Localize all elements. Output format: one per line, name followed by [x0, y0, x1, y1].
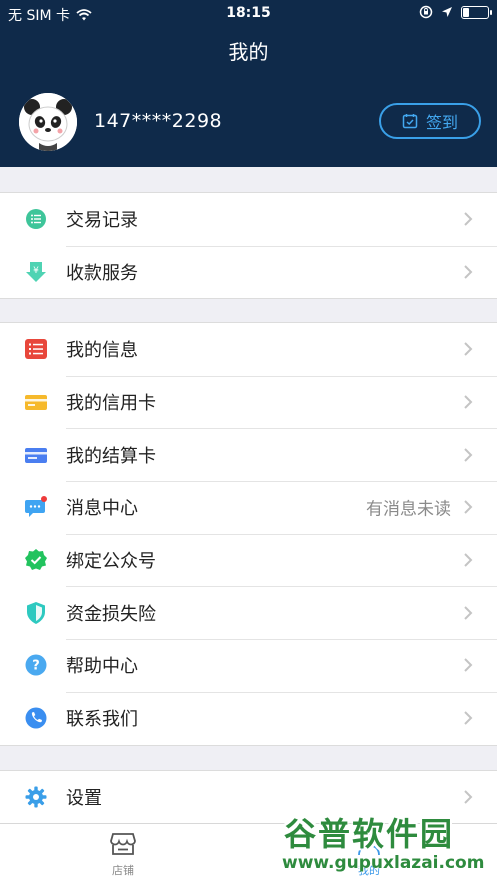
menu-group-account: 我的信息 我的信用卡 我的结算卡 消息中心 有消息未读 绑定公众号 资金损失险 … [0, 322, 497, 746]
menu-item-label: 帮助中心 [66, 656, 138, 678]
menu-item-label: 消息中心 [66, 498, 138, 520]
panda-avatar-icon [19, 93, 77, 151]
menu-item-contact-us[interactable]: 联系我们 [0, 691, 497, 745]
menu-group-transactions: 交易记录 ¥ 收款服务 [0, 192, 497, 300]
signin-button[interactable]: 签到 [379, 103, 481, 139]
menu-item-label: 我的信息 [66, 340, 138, 362]
chevron-right-icon [464, 448, 473, 462]
menu-item-label: 交易记录 [66, 210, 138, 232]
status-right [419, 5, 492, 19]
svg-text:¥: ¥ [33, 266, 39, 276]
chevron-right-icon [464, 658, 473, 673]
battery-fill [463, 7, 469, 17]
menu-item-payment-service[interactable]: ¥ 收款服务 [0, 245, 497, 299]
chevron-right-icon [464, 212, 473, 227]
menu-item-label: 收款服务 [66, 263, 138, 285]
message-icon [25, 496, 47, 518]
menu-item-label: 资金损失险 [66, 603, 156, 625]
signin-label: 签到 [425, 113, 458, 132]
badge-check-icon [25, 549, 47, 571]
menu-item-fund-loss-insurance[interactable]: 资金损失险 [0, 586, 497, 639]
chevron-right-icon [464, 500, 473, 515]
menu-item-label: 我的信用卡 [66, 393, 156, 415]
menu-item-label: 绑定公众号 [66, 551, 156, 573]
phone-icon [25, 707, 47, 729]
credit-card-icon [25, 395, 47, 411]
menu-item-my-settlement-card[interactable]: 我的结算卡 [0, 428, 497, 481]
info-list-icon [25, 339, 47, 360]
chevron-right-icon [464, 395, 473, 409]
profile-header: 无 SIM 卡 18:15 我的 147****2298 签到 [0, 0, 497, 167]
help-icon: ? [25, 654, 47, 676]
tab-store[interactable]: 店铺 [100, 832, 146, 878]
watermark: 谷普软件园 www.gupuxlazai.com [272, 803, 497, 883]
chevron-right-icon [464, 265, 473, 279]
user-phone: 147****2298 [94, 110, 223, 132]
chevron-right-icon [464, 553, 473, 567]
watermark-url: www.gupuxlazai.com [282, 853, 485, 873]
settlement-card-icon [25, 447, 47, 463]
battery-icon [461, 5, 492, 19]
menu-item-message-center[interactable]: 消息中心 有消息未读 [0, 481, 497, 534]
chevron-right-icon [464, 606, 473, 620]
menu-item-label: 联系我们 [66, 709, 138, 731]
menu-item-transaction-records[interactable]: 交易记录 [0, 193, 497, 246]
menu-item-label: 设置 [66, 788, 102, 810]
yen-arrow-icon: ¥ [26, 262, 46, 283]
page-title: 我的 [228, 40, 269, 64]
menu-item-help-center[interactable]: ? 帮助中心 [0, 639, 497, 692]
store-icon [110, 833, 136, 855]
gear-icon [25, 786, 47, 808]
avatar[interactable] [19, 93, 77, 151]
location-icon [442, 7, 452, 17]
status-bar: 无 SIM 卡 18:15 [0, 0, 497, 28]
shield-icon [27, 601, 45, 624]
list-circle-icon [26, 209, 46, 230]
rotation-lock-icon [419, 5, 433, 19]
calendar-check-icon [402, 114, 418, 129]
menu-item-my-credit-card[interactable]: 我的信用卡 [0, 375, 497, 429]
chevron-right-icon [464, 711, 473, 725]
menu-item-my-info[interactable]: 我的信息 [0, 323, 497, 376]
svg-text:?: ? [32, 659, 40, 674]
tab-store-label: 店铺 [112, 864, 134, 877]
unread-message-hint: 有消息未读 [366, 499, 451, 520]
menu-item-label: 我的结算卡 [66, 445, 156, 467]
watermark-brand: 谷普软件园 [284, 815, 455, 853]
chevron-right-icon [464, 342, 473, 357]
menu-item-bind-official-account[interactable]: 绑定公众号 [0, 533, 497, 587]
